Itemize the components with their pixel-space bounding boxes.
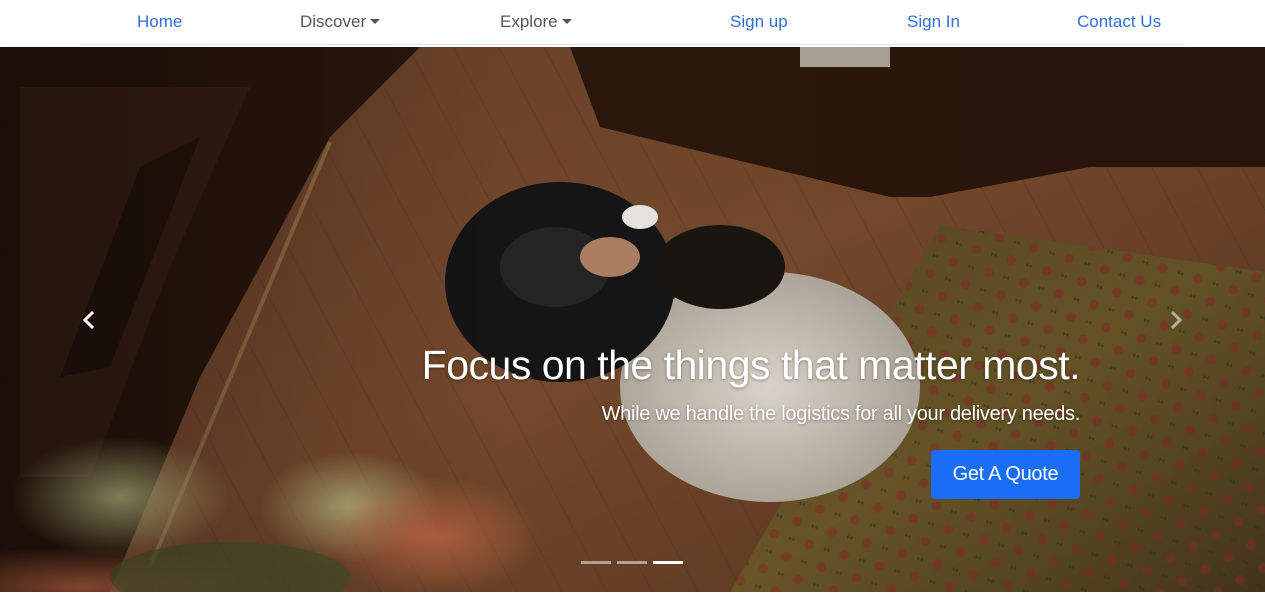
nav-explore-label: Explore — [500, 12, 558, 31]
carousel-indicator-1[interactable] — [581, 561, 611, 564]
carousel-indicator-3[interactable] — [653, 561, 683, 564]
caret-down-icon — [561, 19, 572, 24]
nav-signin-link[interactable]: Sign In — [907, 12, 960, 32]
nav-discover-label: Discover — [300, 12, 367, 31]
hero-overlay — [0, 47, 1265, 592]
carousel-indicator-2[interactable] — [617, 561, 647, 564]
nav-signup-link[interactable]: Sign up — [730, 12, 788, 32]
page-bottom-strip — [0, 592, 1265, 599]
navbar-container: Home Discover Explore Sign up Sign In Co… — [80, 0, 1185, 45]
hero-subtitle: While we handle the logistics for all yo… — [601, 403, 1081, 425]
chevron-left-icon — [82, 310, 95, 330]
chevron-right-icon — [1170, 310, 1183, 330]
get-quote-button[interactable]: Get A Quote — [931, 450, 1080, 499]
nav-explore-dropdown[interactable]: Explore — [500, 12, 572, 32]
nav-home-link[interactable]: Home — [137, 12, 182, 32]
carousel-next-button[interactable] — [1161, 305, 1191, 335]
hero-title: Focus on the things that matter most. — [421, 342, 1081, 388]
carousel-indicators — [581, 561, 685, 565]
hero-carousel: Focus on the things that matter most. Wh… — [0, 47, 1265, 592]
caret-down-icon — [370, 19, 381, 24]
carousel-prev-button[interactable] — [74, 305, 104, 335]
nav-discover-dropdown[interactable]: Discover — [300, 12, 381, 32]
nav-contact-link[interactable]: Contact Us — [1077, 12, 1161, 32]
top-navbar: Home Discover Explore Sign up Sign In Co… — [0, 0, 1265, 47]
